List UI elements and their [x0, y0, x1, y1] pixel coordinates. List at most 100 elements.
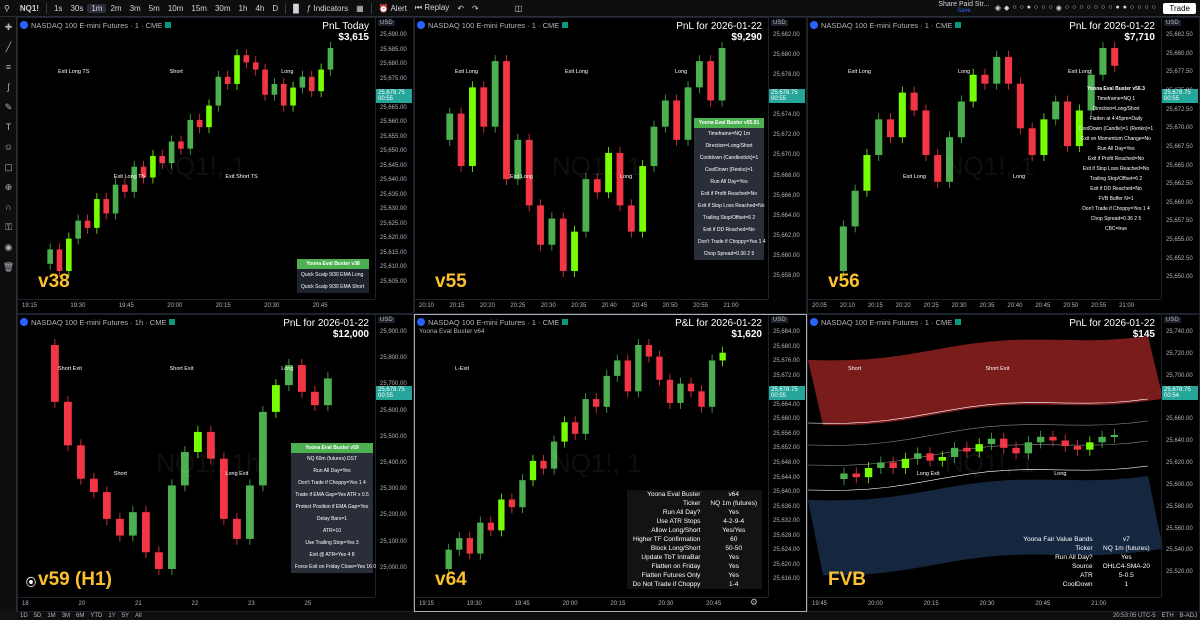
range-All[interactable]: All [132, 613, 145, 619]
currency-label[interactable]: USD [378, 317, 395, 323]
price-axis[interactable]: USD25,740.0025,720.0025,700.0025,680.002… [1161, 315, 1199, 597]
share-button[interactable]: Share Paid Str... Save [934, 1, 993, 15]
currency-label[interactable]: USD [771, 20, 788, 26]
interval-5m[interactable]: 5m [145, 4, 164, 13]
toolbar-shortcut-icon[interactable]: ○ [1018, 4, 1025, 12]
range-1Y[interactable]: 1Y [105, 613, 118, 619]
search-icon[interactable]: ⚲ [0, 4, 14, 13]
toolbar-shortcut-icon[interactable]: ○ [1040, 4, 1047, 12]
layout-icon[interactable]: ◫ [511, 4, 527, 13]
indicator-name[interactable]: Yoona Eval Buster v64 [419, 328, 485, 335]
currency-label[interactable]: USD [771, 317, 788, 323]
range-1M[interactable]: 1M [44, 613, 58, 619]
toolbar-shortcut-icon[interactable]: ◉ [993, 4, 1002, 12]
templates-icon[interactable]: ▦ [352, 4, 368, 13]
toolbar-shortcut-icon[interactable]: ● [1114, 4, 1121, 12]
zoom-icon[interactable]: ⊕ [0, 177, 17, 197]
toolbar-shortcut-icon[interactable]: ○ [1085, 4, 1092, 12]
toolbar-shortcut-icon[interactable]: ● [1121, 4, 1128, 12]
brush-icon[interactable]: ✎ [0, 97, 17, 117]
interval-1s[interactable]: 1s [50, 4, 66, 13]
table-row: Quick Scalp 9/30 EMA Short [297, 281, 369, 293]
time-axis[interactable]: 19:15 19:30 19:45 20:00 20:15 20:30 20:45 [18, 299, 375, 313]
interval-2m[interactable]: 2m [106, 4, 125, 13]
time-axis[interactable]: 20:05 20:10 20:15 20:20 20:25 20:30 20:35 20:40… [808, 299, 1161, 313]
price-axis[interactable]: USD25,682.0025,680.0025,678.0025,676.002… [768, 18, 806, 299]
lock-icon[interactable]: ⚿ [0, 217, 17, 237]
toolbar-shortcut-icon[interactable]: ○ [1143, 4, 1150, 12]
interval-30s[interactable]: 30s [66, 4, 87, 13]
toolbar-shortcut-icon[interactable]: ○ [1033, 4, 1040, 12]
range-5D[interactable]: 5D [31, 613, 45, 619]
pattern-icon[interactable]: ∫ [0, 77, 17, 97]
toolbar-shortcut-icon[interactable]: ○ [1128, 4, 1135, 12]
time-tick: 20:30 [540, 303, 556, 309]
range-YTD[interactable]: YTD [87, 613, 105, 619]
range-1D[interactable]: 1D [17, 613, 31, 619]
text-icon[interactable]: T [0, 117, 17, 137]
range-6M[interactable]: 6M [73, 613, 87, 619]
chart-panel-p5[interactable]: NASDAQ 100 E-mini Futures · 1 · CME Yoona… [414, 314, 807, 612]
time-axis[interactable]: 19:15 19:30 19:45 20:00 20:15 20:30 20:45 [415, 597, 768, 611]
currency-label[interactable]: USD [378, 20, 395, 26]
interval-D[interactable]: D [268, 4, 282, 13]
emoji-icon[interactable]: ☺ [0, 137, 17, 157]
chart-panel-p1[interactable]: NASDAQ 100 E-mini Futures · 1 · CME NQ1!,… [17, 17, 414, 314]
alert-button[interactable]: ⏰ Alert [375, 4, 411, 13]
toolbar-shortcut-icon[interactable]: ○ [1136, 4, 1143, 12]
redo-icon[interactable]: ↷ [468, 4, 483, 13]
session-toggle[interactable]: ETH [1159, 613, 1177, 619]
price-axis[interactable]: USD 25,690.00 25,685.00 25,680.00 25,675.00 2… [375, 18, 413, 299]
toolbar-shortcut-icon[interactable]: ○ [1078, 4, 1085, 12]
clock[interactable]: 20:53:05 UTC-5 [1110, 613, 1159, 619]
toolbar-shortcut-icon[interactable]: ● [1025, 4, 1032, 12]
range-5Y[interactable]: 5Y [119, 613, 132, 619]
interval-15m[interactable]: 15m [187, 4, 211, 13]
trendline-icon[interactable]: ╱ [0, 37, 17, 57]
toolbar-shortcut-icon[interactable]: ◉ [1054, 4, 1063, 12]
chart-panel-p4[interactable]: NASDAQ 100 E-mini Futures · 1h · CME NQ1!… [17, 314, 414, 612]
toolbar-shortcut-icon[interactable]: ○ [1107, 4, 1114, 12]
range-3M[interactable]: 3M [59, 613, 73, 619]
interval-10m[interactable]: 10m [164, 4, 188, 13]
chart-panel-p2[interactable]: NASDAQ 100 E-mini Futures · 1 · CME NQ1!,… [414, 17, 807, 314]
interval-3m[interactable]: 3m [126, 4, 145, 13]
toolbar-shortcut-icon[interactable]: ○ [1100, 4, 1107, 12]
gear-icon[interactable]: ⚙ [750, 597, 758, 608]
toolbar-shortcut-icon[interactable]: ○ [1150, 4, 1157, 12]
indicators-button[interactable]: ƒ Indicators [303, 4, 352, 13]
chart-type-icon[interactable]: █ [289, 4, 303, 13]
adjust-toggle[interactable]: B-ADJ [1177, 613, 1200, 619]
ruler-icon[interactable]: ▢ [0, 157, 17, 177]
interval-30m[interactable]: 30m [211, 4, 235, 13]
currency-label[interactable]: USD [1164, 20, 1181, 26]
fib-icon[interactable]: ≡ [0, 57, 17, 77]
toolbar-shortcut-icon[interactable]: ○ [1047, 4, 1054, 12]
eye-icon[interactable]: ◉ [0, 237, 17, 257]
price-axis[interactable]: USD 25,684.00 25,680.00 25,676.00 25,672.00 2… [768, 315, 806, 597]
interval-1m[interactable]: 1m [87, 3, 107, 13]
interval-1h[interactable]: 1h [235, 4, 252, 13]
candle [957, 101, 965, 138]
undo-icon[interactable]: ↶ [453, 4, 468, 13]
toolbar-shortcut-icon[interactable]: ○ [1071, 4, 1078, 12]
trade-button[interactable]: Trade [1163, 2, 1196, 14]
symbol-search[interactable]: NQ1! [14, 4, 43, 13]
price-axis[interactable]: USD25,682.5025,680.0025,677.5025,675.002… [1161, 18, 1199, 299]
replay-button[interactable]: ⏮ Replay [411, 3, 453, 13]
time-axis[interactable]: 20:10 20:15 20:20 20:25 20:30 20:35 20:40 20:45… [415, 299, 768, 313]
price-axis[interactable]: USD 25,900.00 25,800.00 25,700.00 25,600.00 2… [375, 315, 413, 597]
time-axis[interactable]: 18 20 21 22 23 25 [18, 597, 375, 611]
toolbar-shortcut-icon[interactable]: ○ [1092, 4, 1099, 12]
crosshair-icon[interactable]: ✚ [0, 17, 17, 37]
currency-label[interactable]: USD [1164, 317, 1181, 323]
chart-panel-p3[interactable]: NASDAQ 100 E-mini Futures · 1 · CME NQ1!,… [807, 17, 1200, 314]
trash-icon[interactable]: 🗑 [0, 257, 17, 277]
interval-4h[interactable]: 4h [251, 4, 268, 13]
toolbar-shortcut-icon[interactable]: ○ [1011, 4, 1018, 12]
time-axis[interactable]: 19:45 20:00 20:15 20:30 20:45 21:00 [808, 597, 1161, 611]
chart-panel-p6[interactable]: NASDAQ 100 E-mini Futures · 1 · CME NQ1!,… [807, 314, 1200, 612]
toolbar-shortcut-icon[interactable]: ◆ [1002, 4, 1010, 12]
toolbar-shortcut-icon[interactable]: ○ [1063, 4, 1070, 12]
magnet-icon[interactable]: ∩ [0, 197, 17, 217]
